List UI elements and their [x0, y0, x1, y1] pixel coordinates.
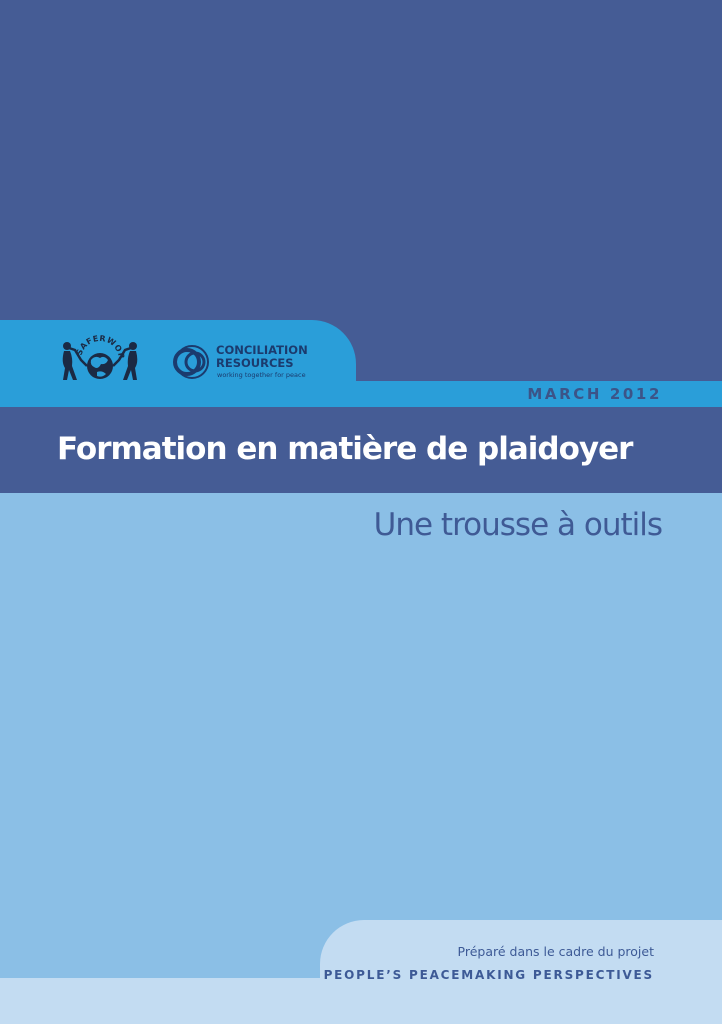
saferworld-logo: SAFERWORLD — [53, 327, 143, 384]
document-title: Formation en matière de plaidoyer — [57, 431, 633, 467]
footer-prepared-by: Préparé dans le cadre du projet — [457, 944, 654, 959]
footer-bar — [0, 978, 722, 1024]
conciliation-resources-name-line2: RESOURCES — [216, 356, 294, 370]
publication-date: MARCH 2012 — [527, 385, 662, 403]
footer-project-name: PEOPLE’S PEACEMAKING PERSPECTIVES — [323, 968, 654, 982]
document-subtitle: Une trousse à outils — [373, 507, 663, 543]
interlocking-rings-icon — [173, 345, 209, 379]
saferworld-logo-graphic: SAFERWORLD — [53, 327, 138, 380]
conciliation-resources-tagline: working together for peace — [217, 371, 306, 379]
conciliation-resources-logo: CONCILIATION RESOURCES working together … — [170, 340, 330, 384]
